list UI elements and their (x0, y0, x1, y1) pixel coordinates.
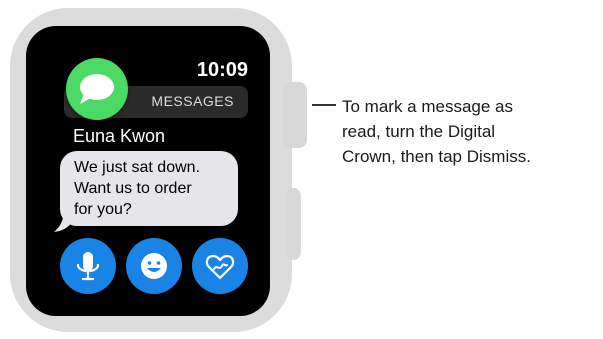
app-name-label: MESSAGES (151, 93, 234, 109)
caption-leader-line (312, 104, 336, 106)
digital-crown[interactable] (283, 82, 307, 148)
speech-bubble-icon (80, 74, 114, 104)
side-button[interactable] (286, 188, 301, 260)
smiley-icon (141, 253, 167, 279)
sender-name: Euna Kwon (73, 126, 166, 146)
emoji-button[interactable] (126, 238, 182, 294)
digital-touch-button[interactable] (192, 238, 248, 294)
caption-text: To mark a message as read, turn the Digi… (342, 97, 531, 166)
microphone-icon (76, 252, 100, 281)
dictate-button[interactable] (60, 238, 116, 294)
heart-sketch-icon (205, 254, 235, 280)
time-display: 10:09 (196, 59, 248, 81)
message-text: We just sat down. Want us to order for y… (74, 159, 200, 218)
messages-app-icon (66, 58, 128, 120)
